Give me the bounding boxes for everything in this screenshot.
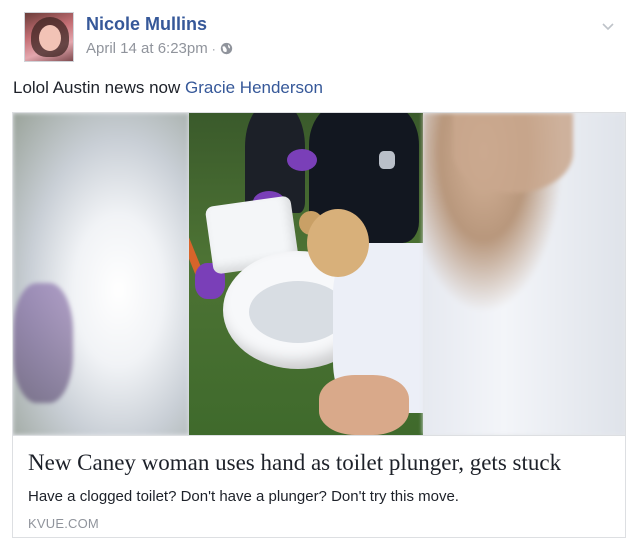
facebook-post: Nicole Mullins April 14 at 6:23pm · Lolo… xyxy=(0,0,640,548)
woman-head xyxy=(307,209,369,277)
preview-blur-left xyxy=(13,113,189,435)
blur-skin xyxy=(453,113,573,193)
avatar[interactable] xyxy=(24,12,74,62)
avatar-face xyxy=(39,25,61,51)
woman-leg xyxy=(319,375,409,435)
link-description: Have a clogged toilet? Don't have a plun… xyxy=(28,488,459,505)
blur-smear xyxy=(13,283,73,403)
preview-image[interactable] xyxy=(13,113,625,435)
post-timestamp[interactable]: April 14 at 6:23pm xyxy=(86,40,208,57)
author-name[interactable]: Nicole Mullins xyxy=(86,14,207,35)
link-headline[interactable]: New Caney woman uses hand as toilet plun… xyxy=(28,450,561,476)
link-preview-card[interactable]: New Caney woman uses hand as toilet plun… xyxy=(12,112,626,538)
post-header: Nicole Mullins April 14 at 6:23pm · xyxy=(24,12,624,64)
preview-photo xyxy=(189,113,423,435)
globe-icon[interactable] xyxy=(220,42,233,55)
link-card-text[interactable]: New Caney woman uses hand as toilet plun… xyxy=(13,435,625,537)
chevron-down-icon[interactable] xyxy=(600,18,616,34)
tagged-person-link[interactable]: Gracie Henderson xyxy=(185,78,323,97)
meta-separator: · xyxy=(211,41,216,56)
post-body-text: Lolol Austin news now Gracie Henderson xyxy=(13,78,323,98)
glove-shape xyxy=(287,149,317,171)
link-domain: KVUE.COM xyxy=(28,516,99,531)
badge-shape xyxy=(379,151,395,169)
post-text: Lolol Austin news now xyxy=(13,78,185,97)
post-meta: April 14 at 6:23pm · xyxy=(86,40,233,57)
preview-blur-right xyxy=(423,113,625,435)
